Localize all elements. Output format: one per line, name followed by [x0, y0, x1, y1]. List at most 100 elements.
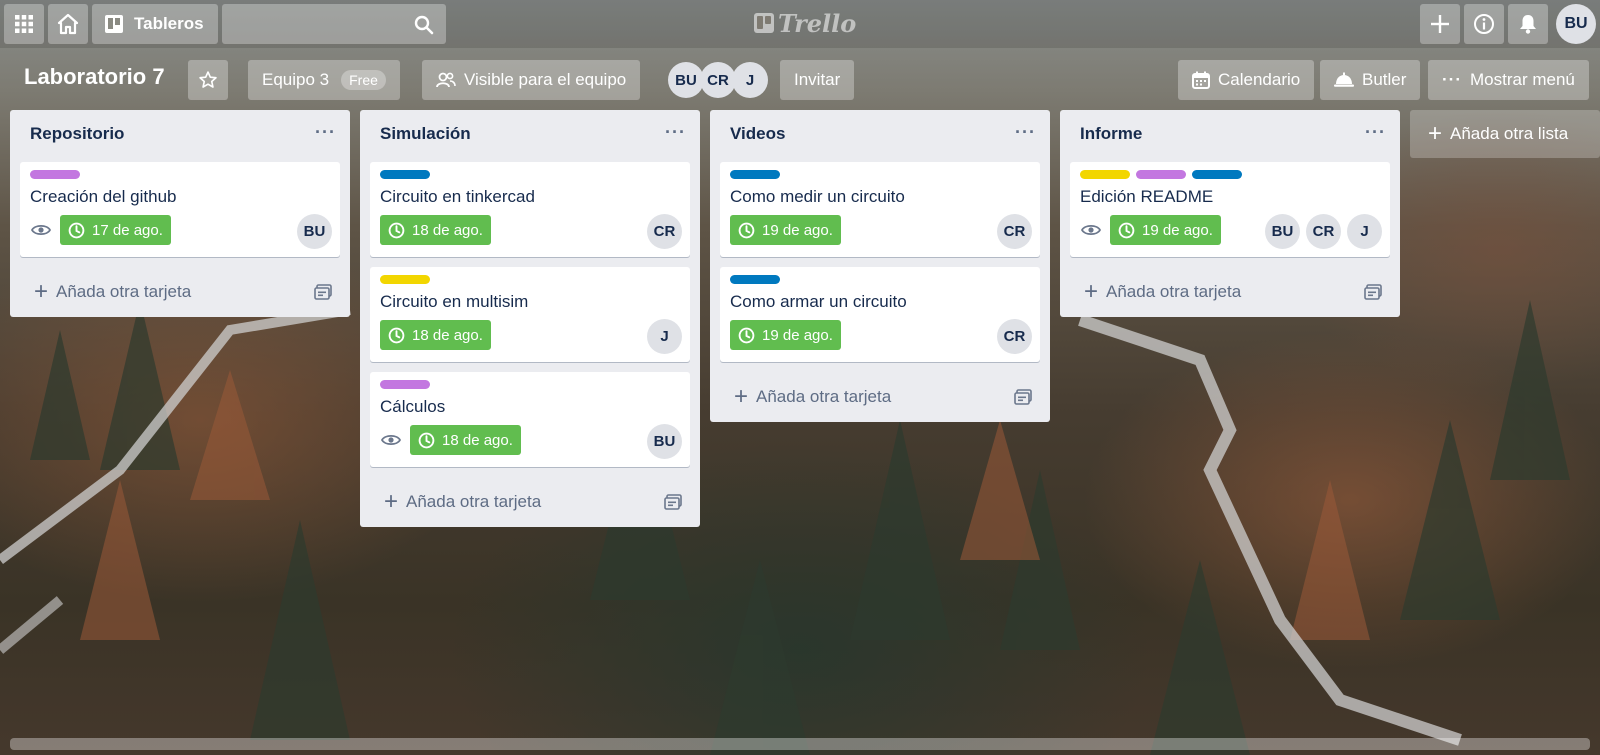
create-from-template-button[interactable]: [664, 494, 682, 515]
board-header: Laboratorio 7 Equipo 3 Free Visible para…: [0, 56, 1600, 102]
card-label[interactable]: [1080, 170, 1130, 179]
card-label[interactable]: [1192, 170, 1242, 179]
add-card-button[interactable]: + Añada otra tarjeta: [360, 477, 700, 527]
list-title[interactable]: Informe: [1080, 124, 1142, 143]
horizontal-scrollbar[interactable]: [10, 738, 1590, 750]
card-label[interactable]: [30, 170, 80, 179]
team-button[interactable]: Equipo 3 Free: [248, 60, 400, 100]
card-title: Circuito en multisim: [380, 292, 529, 311]
list-header[interactable]: Repositorio ···: [10, 110, 350, 162]
create-from-template-button[interactable]: [1014, 389, 1032, 410]
list-menu-button[interactable]: ···: [665, 122, 686, 143]
card-member-avatar[interactable]: CR: [997, 319, 1032, 354]
watching-badge: [30, 220, 52, 240]
home-icon: [57, 13, 79, 35]
card[interactable]: Como medir un circuito 19 de ago. CR: [720, 162, 1040, 257]
card-members: J: [647, 319, 682, 354]
due-date-badge[interactable]: 17 de ago.: [60, 215, 171, 245]
card-member-avatar[interactable]: CR: [647, 214, 682, 249]
list-menu-button[interactable]: ···: [1365, 122, 1386, 143]
show-menu-button[interactable]: ··· Mostrar menú: [1428, 60, 1589, 100]
due-date-badge[interactable]: 19 de ago.: [730, 320, 841, 350]
card-member-avatar[interactable]: BU: [297, 214, 332, 249]
card-badges: 18 de ago.: [380, 320, 680, 350]
apps-menu-button[interactable]: [4, 4, 44, 44]
card[interactable]: Edición README 19 de ago. BU CR J: [1070, 162, 1390, 257]
search-icon: [414, 15, 434, 35]
clock-icon: [418, 432, 435, 448]
boards-icon: [105, 15, 123, 33]
list-header[interactable]: Informe ···: [1060, 110, 1400, 162]
list-menu-button[interactable]: ···: [315, 122, 336, 143]
due-date-badge[interactable]: 18 de ago.: [380, 320, 491, 350]
eye-icon: [1081, 224, 1101, 236]
card-label[interactable]: [380, 380, 430, 389]
card[interactable]: Como armar un circuito 19 de ago. CR: [720, 267, 1040, 362]
card-badges: 19 de ago.: [730, 320, 1030, 350]
create-from-template-button[interactable]: [314, 284, 332, 305]
butler-cloche-icon: [1334, 72, 1354, 87]
due-date-badge[interactable]: 19 de ago.: [1110, 215, 1221, 245]
search-input[interactable]: [222, 4, 446, 44]
list-title[interactable]: Simulación: [380, 124, 471, 143]
user-avatar[interactable]: BU: [1556, 4, 1596, 44]
card-member-avatar[interactable]: J: [1347, 214, 1382, 249]
list-header[interactable]: Videos ···: [710, 110, 1050, 162]
add-card-button[interactable]: + Añada otra tarjeta: [710, 372, 1050, 422]
star-board-button[interactable]: [188, 60, 228, 100]
board-member-avatar[interactable]: BU: [668, 62, 704, 98]
plus-icon: [1431, 15, 1449, 33]
add-card-button[interactable]: + Añada otra tarjeta: [10, 267, 350, 317]
create-from-template-button[interactable]: [1364, 284, 1382, 305]
card-members: BU: [647, 424, 682, 459]
watching-badge: [380, 430, 402, 450]
plus-icon: +: [384, 488, 399, 515]
butler-button[interactable]: Butler: [1320, 60, 1421, 100]
list-menu-button[interactable]: ···: [1015, 122, 1036, 143]
card-labels: [380, 275, 680, 284]
invite-button[interactable]: Invitar: [780, 60, 855, 100]
add-list-button[interactable]: + Añada otra lista: [1410, 110, 1600, 158]
card-title: Circuito en tinkercad: [380, 187, 535, 206]
card[interactable]: Circuito en multisim 18 de ago. J: [370, 267, 690, 362]
list-title[interactable]: Videos: [730, 124, 785, 143]
trello-logo[interactable]: Trello: [754, 8, 856, 38]
card-title: Cálculos: [380, 397, 446, 416]
card[interactable]: Cálculos 18 de ago. BU: [370, 372, 690, 467]
card-label[interactable]: [1136, 170, 1186, 179]
card-member-avatar[interactable]: CR: [1306, 214, 1341, 249]
home-button[interactable]: [48, 4, 88, 44]
boards-button[interactable]: Tableros: [92, 4, 218, 44]
card-template-icon: [1014, 389, 1032, 405]
card-labels: [30, 170, 330, 179]
due-date-badge[interactable]: 19 de ago.: [730, 215, 841, 245]
board-member-avatar[interactable]: J: [732, 62, 768, 98]
card-label[interactable]: [730, 275, 780, 284]
card-label[interactable]: [380, 170, 430, 179]
card[interactable]: Creación del github 17 de ago. BU: [20, 162, 340, 257]
calendar-button[interactable]: Calendario: [1178, 60, 1315, 100]
card-label[interactable]: [380, 275, 430, 284]
board-member-avatar[interactable]: CR: [700, 62, 736, 98]
card-member-avatar[interactable]: BU: [647, 424, 682, 459]
notifications-button[interactable]: [1508, 4, 1548, 44]
due-date-text: 19 de ago.: [762, 221, 833, 239]
card-labels: [1080, 170, 1380, 179]
create-button[interactable]: [1420, 4, 1460, 44]
bell-icon: [1520, 15, 1536, 34]
card-badges: 19 de ago.: [730, 215, 1030, 245]
due-date-badge[interactable]: 18 de ago.: [410, 425, 521, 455]
add-card-button[interactable]: + Añada otra tarjeta: [1060, 267, 1400, 317]
card[interactable]: Circuito en tinkercad 18 de ago. CR: [370, 162, 690, 257]
visibility-button[interactable]: Visible para el equipo: [422, 60, 641, 100]
list-title[interactable]: Repositorio: [30, 124, 124, 143]
card-member-avatar[interactable]: CR: [997, 214, 1032, 249]
card-label[interactable]: [730, 170, 780, 179]
due-date-badge[interactable]: 18 de ago.: [380, 215, 491, 245]
card-member-avatar[interactable]: J: [647, 319, 682, 354]
information-button[interactable]: [1464, 4, 1504, 44]
card-member-avatar[interactable]: BU: [1265, 214, 1300, 249]
card-labels: [730, 170, 1030, 179]
board-title[interactable]: Laboratorio 7: [24, 64, 165, 90]
list-header[interactable]: Simulación ···: [360, 110, 700, 162]
